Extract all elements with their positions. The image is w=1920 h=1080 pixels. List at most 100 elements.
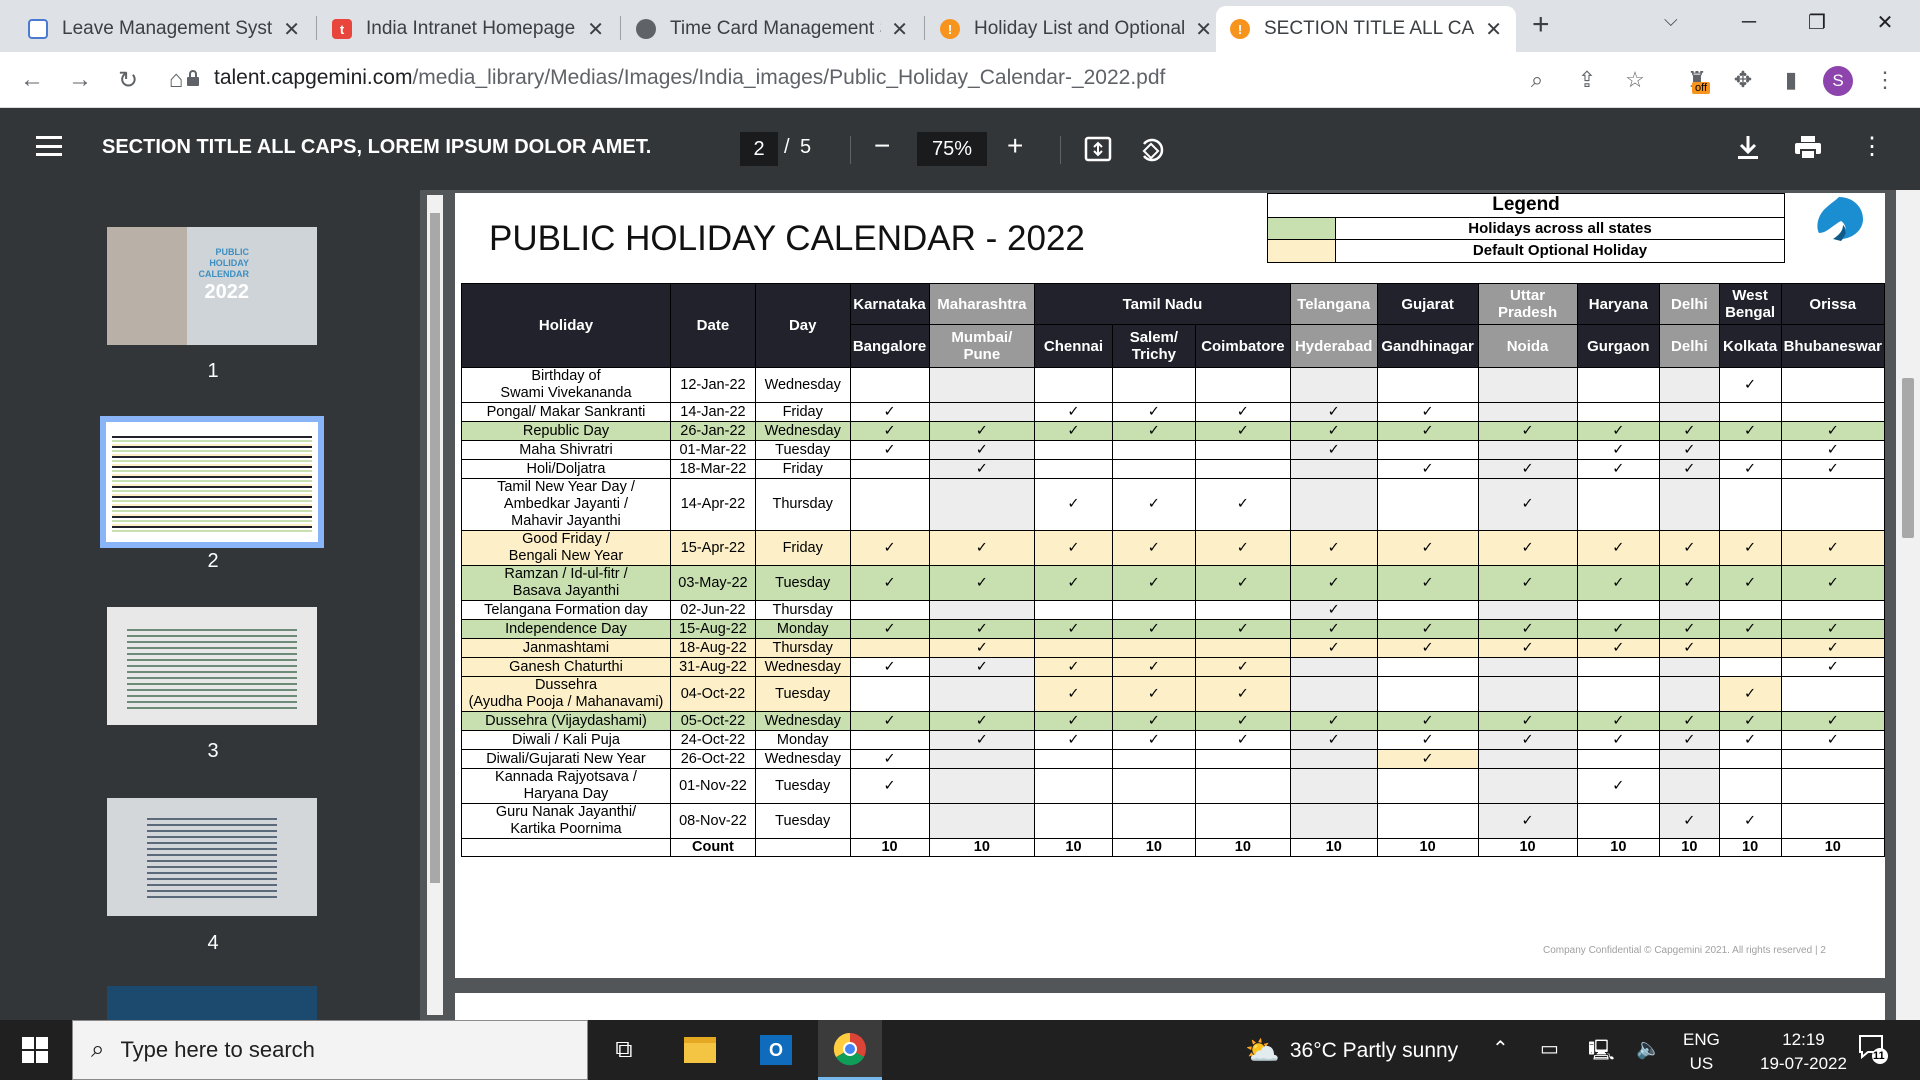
chevron-down-icon[interactable]: ⌵ — [1664, 10, 1678, 31]
check-cell: ✓ — [1034, 657, 1113, 677]
check-cell — [1477, 402, 1578, 422]
zoom-in-icon[interactable]: + — [1007, 130, 1023, 162]
state-header: West Bengal — [1718, 283, 1782, 325]
check-cell — [1034, 768, 1113, 804]
tab-india-intranet[interactable]: t India Intranet Homepage ✕ — [318, 6, 618, 52]
thumbnail-page-1[interactable]: PUBLIC HOLIDAY CALENDAR 2022 — [107, 227, 317, 345]
back-icon[interactable]: ← — [14, 62, 50, 98]
check-cell: ✓ — [1376, 530, 1479, 566]
minimize-icon[interactable]: ─ — [1722, 0, 1776, 44]
file-explorer-icon[interactable] — [680, 1030, 720, 1070]
sidepanel-icon[interactable]: ▮ — [1776, 65, 1806, 95]
thumbnail-page-2[interactable] — [100, 416, 324, 548]
city-header: Kolkata — [1718, 324, 1782, 368]
search-icon[interactable]: ⌕ — [1522, 65, 1552, 95]
tab-section-title[interactable]: ! SECTION TITLE ALL CAPS, ✕ — [1216, 6, 1516, 52]
check-cell — [1780, 749, 1886, 769]
table-row: Birthday of Swami Vivekananda 12-Jan-22 We… — [461, 367, 1886, 403]
zoom-out-icon[interactable]: − — [874, 130, 890, 162]
check-cell — [1659, 600, 1720, 620]
holiday-day: Wednesday — [754, 711, 851, 731]
battery-icon[interactable]: ▭ — [1540, 1036, 1559, 1061]
tab-time-card[interactable]: Time Card Management S ✕ — [622, 6, 922, 52]
check-cell: ✓ — [1576, 530, 1661, 566]
check-cell: ✓ — [1376, 638, 1479, 658]
taskbar-search[interactable]: ⌕ Type here to search — [72, 1020, 588, 1080]
check-cell — [1780, 478, 1886, 531]
star-icon[interactable]: ☆ — [1620, 65, 1650, 95]
close-icon[interactable]: ✕ — [1485, 17, 1502, 42]
check-cell — [1376, 440, 1479, 460]
volume-icon[interactable]: 🔈 — [1636, 1036, 1661, 1061]
check-cell: ✓ — [1659, 638, 1720, 658]
holiday-day: Tuesday — [754, 565, 851, 601]
share-icon[interactable]: ⇪ — [1572, 65, 1602, 95]
puzzle-icon[interactable]: ✥ — [1728, 65, 1758, 95]
url-input[interactable]: talent.capgemini.com/media_library/Media… — [214, 66, 1165, 90]
windows-start-icon[interactable] — [22, 1037, 48, 1063]
thumbnail-page-4[interactable] — [107, 798, 317, 916]
print-icon[interactable] — [1794, 136, 1822, 160]
close-icon[interactable]: ✕ — [283, 17, 300, 42]
tab-leave-management[interactable]: Leave Management Syste ✕ — [14, 6, 314, 52]
tab-title: India Intranet Homepage — [366, 18, 576, 39]
avatar[interactable]: S — [1823, 66, 1853, 96]
check-cell — [1111, 459, 1196, 479]
rotate-icon[interactable] — [1138, 134, 1166, 164]
check-cell — [1111, 749, 1196, 769]
chevron-up-icon[interactable]: ⌃ — [1492, 1036, 1509, 1061]
clock[interactable]: 12:19 19-07-2022 — [1760, 1028, 1847, 1076]
check-cell — [1289, 749, 1378, 769]
check-cell: ✓ — [1780, 638, 1886, 658]
more-icon[interactable]: ⋮ — [1860, 132, 1884, 161]
check-cell: ✓ — [1718, 459, 1782, 479]
fit-page-icon[interactable] — [1084, 136, 1112, 162]
task-view-icon[interactable]: ⧉ — [604, 1030, 644, 1070]
new-tab-button[interactable]: + — [1532, 8, 1550, 42]
tab-holiday-list[interactable]: ! Holiday List and Optional ✕ — [926, 6, 1226, 52]
more-icon[interactable]: ⋮ — [1870, 65, 1900, 95]
check-cell — [1659, 768, 1720, 804]
thumbnail-number: 1 — [207, 360, 219, 382]
close-icon[interactable]: ✕ — [587, 17, 604, 42]
weather-widget[interactable]: ⛅ 36°C Partly sunny — [1245, 1034, 1458, 1067]
thumbnail-page-3[interactable] — [107, 607, 317, 725]
thumbnail-text: PUBLIC HOLIDAY CALENDAR 2022 — [198, 247, 250, 303]
viewer-scrollbar[interactable] — [1896, 190, 1920, 1020]
scrollbar-thumb[interactable] — [1902, 378, 1914, 538]
lock-icon[interactable] — [186, 69, 200, 87]
check-cell — [1718, 768, 1782, 804]
outlook-icon[interactable]: O — [756, 1030, 796, 1070]
legend-swatch — [1268, 218, 1336, 239]
check-cell: ✓ — [1718, 711, 1782, 731]
close-icon[interactable]: ✕ — [891, 17, 908, 42]
check-cell: ✓ — [1194, 402, 1291, 422]
forward-icon[interactable]: → — [62, 62, 98, 98]
thumbnail-page-5[interactable] — [107, 986, 317, 1020]
network-icon[interactable]: 🖳 — [1588, 1036, 1615, 1070]
sidebar-scrollbar[interactable] — [427, 195, 443, 1015]
reload-icon[interactable]: ↻ — [110, 62, 146, 98]
check-cell — [1194, 367, 1291, 403]
page-number-input[interactable]: 2 — [740, 132, 778, 166]
check-cell — [1376, 600, 1479, 620]
chrome-icon[interactable] — [818, 1020, 882, 1080]
thumbnail-table — [147, 818, 277, 898]
language-indicator[interactable]: ENG US — [1683, 1028, 1720, 1076]
download-icon[interactable] — [1736, 134, 1760, 162]
zoom-input[interactable]: 75% — [917, 132, 987, 166]
holiday-date: 26-Oct-22 — [669, 749, 756, 769]
holiday-date: 18-Aug-22 — [669, 638, 756, 658]
restore-icon[interactable]: ❐ — [1790, 0, 1844, 44]
close-icon[interactable]: ✕ — [1195, 17, 1212, 42]
close-window-icon[interactable]: ✕ — [1858, 0, 1912, 44]
menu-icon[interactable] — [36, 136, 62, 156]
check-cell: ✓ — [1780, 657, 1886, 677]
check-cell: ✓ — [1194, 530, 1291, 566]
divider — [850, 136, 851, 164]
check-cell — [1718, 657, 1782, 677]
check-cell: ✓ — [1111, 565, 1196, 601]
scrollbar-thumb[interactable] — [430, 213, 440, 883]
check-cell: ✓ — [849, 768, 930, 804]
check-cell — [1718, 402, 1782, 422]
